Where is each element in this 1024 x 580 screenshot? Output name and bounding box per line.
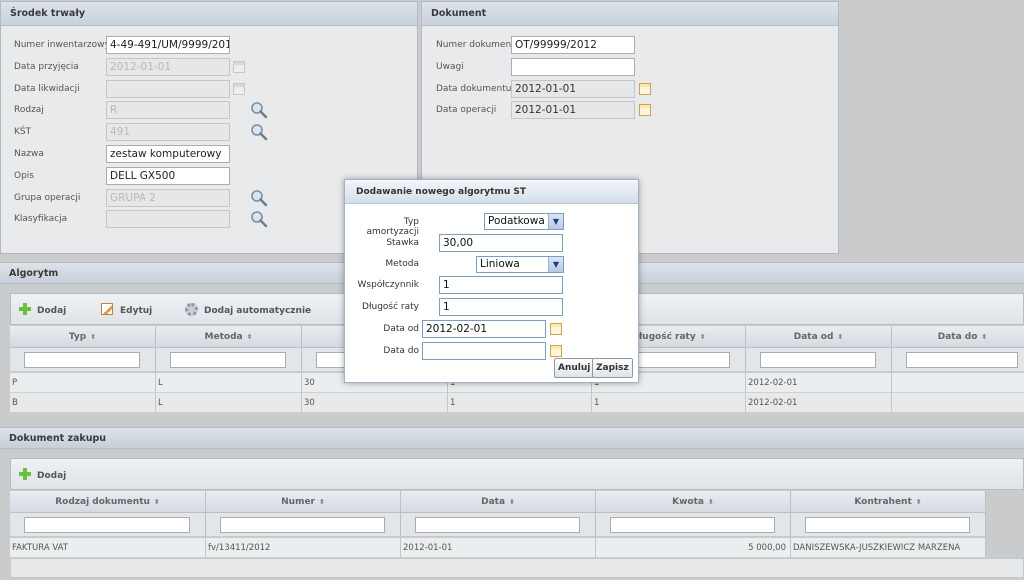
- typ-amortyzacji-label: Typ amortyzacji: [366, 217, 419, 237]
- data-do-input[interactable]: [422, 342, 546, 360]
- dlugosc-raty-label: Długość raty: [362, 302, 419, 312]
- chevron-down-icon: ▼: [548, 257, 563, 272]
- save-button[interactable]: Zapisz: [592, 358, 633, 378]
- metoda-select[interactable]: Liniowa ▼: [476, 256, 564, 273]
- typ-amortyzacji-value: Podatkowa: [488, 215, 545, 227]
- dlugosc-raty-input[interactable]: 1: [439, 298, 563, 316]
- data-do-label: Data do: [383, 346, 419, 356]
- data-od-input[interactable]: 2012-02-01: [422, 320, 546, 338]
- typ-amortyzacji-select[interactable]: Podatkowa ▼: [484, 213, 564, 230]
- wspolczynnik-label: Współczynnik: [357, 280, 419, 290]
- chevron-down-icon: ▼: [548, 214, 563, 229]
- calendar-icon[interactable]: [550, 345, 562, 357]
- data-od-label: Data od: [383, 324, 419, 334]
- metoda-value: Liniowa: [480, 258, 520, 270]
- add-algorithm-dialog: Dodawanie nowego algorytmu ST Typ amorty…: [344, 179, 639, 383]
- stawka-label: Stawka: [386, 238, 419, 248]
- dialog-title: Dodawanie nowego algorytmu ST: [345, 180, 638, 204]
- metoda-label: Metoda: [385, 259, 419, 269]
- cancel-button[interactable]: Anuluj: [554, 358, 595, 378]
- stawka-input[interactable]: 30,00: [439, 234, 563, 252]
- calendar-icon[interactable]: [550, 323, 562, 335]
- wspolczynnik-input[interactable]: 1: [439, 276, 563, 294]
